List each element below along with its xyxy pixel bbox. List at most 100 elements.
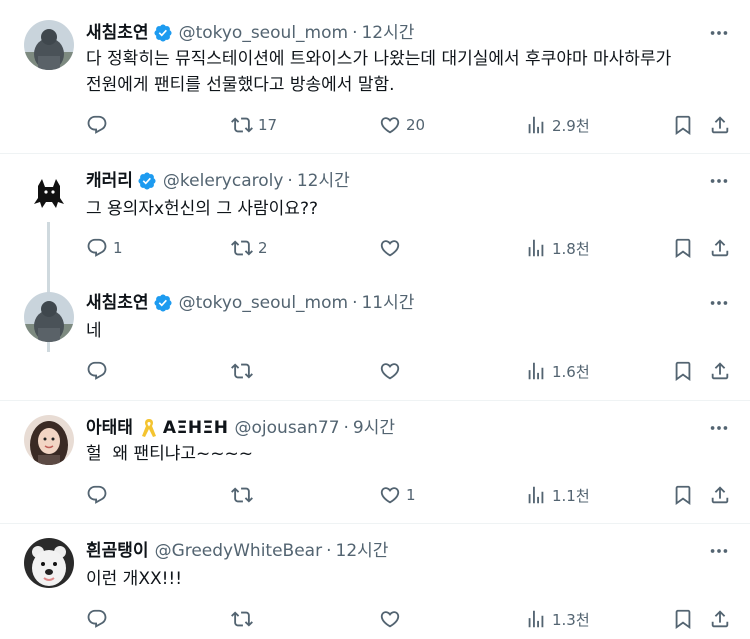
heart-icon — [379, 114, 401, 136]
display-name[interactable]: 흰곰탱이 — [86, 540, 149, 562]
reply-button[interactable]: 1 — [86, 237, 123, 259]
like-button[interactable] — [379, 360, 406, 382]
share-button[interactable] — [709, 484, 731, 506]
like-button[interactable] — [379, 608, 406, 630]
retweet-icon — [231, 114, 253, 136]
more-options-icon[interactable] — [708, 292, 730, 314]
reply-icon — [86, 360, 108, 382]
tweet-5[interactable]: 흰곰탱이 @GreedyWhiteBear · 12시간 이런 개XX!!! 1… — [0, 524, 750, 639]
tweet-actions: 1 2 1.8천 — [0, 237, 750, 263]
user-handle[interactable]: @tokyo_seoul_mom — [179, 22, 349, 44]
views-button[interactable]: 1.8천 — [525, 237, 590, 259]
timestamp[interactable]: 11시간 — [361, 292, 414, 314]
view-count: 1.1천 — [552, 486, 590, 505]
heart-icon — [379, 237, 401, 259]
reply-count: 1 — [113, 239, 123, 257]
share-icon — [709, 114, 731, 136]
share-icon — [709, 237, 731, 259]
tweet-3[interactable]: 새침초연 @tokyo_seoul_mom · 11시간 네 1.6천 — [0, 278, 750, 400]
avatar[interactable] — [24, 415, 74, 465]
retweet-icon — [231, 237, 253, 259]
share-icon — [709, 360, 731, 382]
bookmark-button[interactable] — [672, 360, 694, 382]
tweet-text: 다 정확히는 뮤직스테이션에 트와이스가 나왔는데 대기실에서 후쿠야마 마사하… — [86, 49, 672, 95]
more-options-icon[interactable] — [708, 417, 730, 439]
tweet-actions: 17 20 2.9천 — [0, 114, 750, 140]
views-icon — [525, 237, 547, 259]
retweet-button[interactable]: 2 — [231, 237, 268, 259]
timestamp[interactable]: 12시간 — [336, 540, 389, 562]
like-button[interactable]: 1 — [379, 484, 416, 506]
separator-dot: · — [352, 293, 358, 313]
views-button[interactable]: 1.3천 — [525, 608, 590, 630]
user-handle[interactable]: @GreedyWhiteBear — [155, 540, 323, 562]
bookmark-icon — [672, 608, 694, 630]
more-options-icon[interactable] — [708, 170, 730, 192]
share-button[interactable] — [709, 114, 731, 136]
reply-button[interactable] — [86, 608, 113, 630]
display-name[interactable]: 새침초연 — [86, 22, 149, 44]
tweet-text: 헐 왜 팬티냐고~~~~ — [86, 444, 254, 464]
more-options-icon[interactable] — [708, 22, 730, 44]
avatar[interactable] — [24, 20, 74, 70]
tweet-actions: 1.3천 — [0, 608, 750, 634]
bookmark-button[interactable] — [672, 484, 694, 506]
retweet-icon — [231, 360, 253, 382]
user-handle[interactable]: @tokyo_seoul_mom — [179, 292, 349, 314]
bookmark-icon — [672, 484, 694, 506]
reply-button[interactable] — [86, 484, 113, 506]
display-name[interactable]: 새침초연 — [86, 292, 149, 314]
view-count: 2.9천 — [552, 116, 590, 135]
heart-icon — [379, 360, 401, 382]
user-handle[interactable]: @ojousan77 — [235, 417, 340, 439]
retweet-button[interactable]: 17 — [231, 114, 277, 136]
like-count: 1 — [406, 486, 416, 504]
separator-dot: · — [352, 23, 358, 43]
reply-button[interactable] — [86, 360, 113, 382]
share-button[interactable] — [709, 608, 731, 630]
tweet-2[interactable]: 캐러리 @kelerycaroly · 12시간 그 용의자x헌신의 그 사람이… — [0, 154, 750, 352]
views-button[interactable]: 1.6천 — [525, 360, 590, 382]
verified-badge-icon — [153, 293, 173, 313]
retweet-button[interactable] — [231, 484, 258, 506]
views-icon — [525, 114, 547, 136]
timestamp[interactable]: 12시간 — [361, 22, 414, 44]
heart-icon — [379, 484, 401, 506]
bookmark-icon — [672, 237, 694, 259]
views-icon — [525, 484, 547, 506]
tweet-1[interactable]: 새침초연 @tokyo_seoul_mom · 12시간 다 정확히는 뮤직스테… — [0, 0, 750, 153]
reply-button[interactable] — [86, 114, 113, 136]
avatar[interactable] — [24, 168, 74, 218]
separator-dot: · — [287, 171, 293, 191]
retweet-button[interactable] — [231, 360, 258, 382]
timestamp[interactable]: 12시간 — [297, 170, 350, 192]
retweet-button[interactable] — [231, 608, 258, 630]
bookmark-icon — [672, 114, 694, 136]
views-button[interactable]: 2.9천 — [525, 114, 590, 136]
more-options-icon[interactable] — [708, 540, 730, 562]
verified-badge-icon — [137, 171, 157, 191]
like-count: 20 — [406, 116, 426, 134]
views-button[interactable]: 1.1천 — [525, 484, 590, 506]
timestamp[interactable]: 9시간 — [353, 417, 395, 439]
views-icon — [525, 608, 547, 630]
retweet-icon — [231, 484, 253, 506]
display-name[interactable]: 아태태 — [86, 417, 133, 439]
avatar[interactable] — [24, 538, 74, 588]
bookmark-icon — [672, 360, 694, 382]
display-name[interactable]: 캐러리 — [86, 170, 133, 192]
tweet-text: 그 용의자x헌신의 그 사람이요?? — [86, 199, 318, 219]
bookmark-button[interactable] — [672, 114, 694, 136]
like-button[interactable] — [379, 237, 406, 259]
user-handle[interactable]: @kelerycaroly — [163, 170, 284, 192]
bookmark-button[interactable] — [672, 608, 694, 630]
verified-badge-icon — [153, 23, 173, 43]
like-button[interactable]: 20 — [379, 114, 425, 136]
retweet-icon — [231, 608, 253, 630]
reply-icon — [86, 237, 108, 259]
share-button[interactable] — [709, 360, 731, 382]
tweet-4[interactable]: 아태태 ΑΞΗΞΗ @ojousan77 · 9시간 헐 왜 팬티냐고~~~~ … — [0, 401, 750, 523]
avatar[interactable] — [24, 292, 74, 342]
share-button[interactable] — [709, 237, 731, 259]
bookmark-button[interactable] — [672, 237, 694, 259]
